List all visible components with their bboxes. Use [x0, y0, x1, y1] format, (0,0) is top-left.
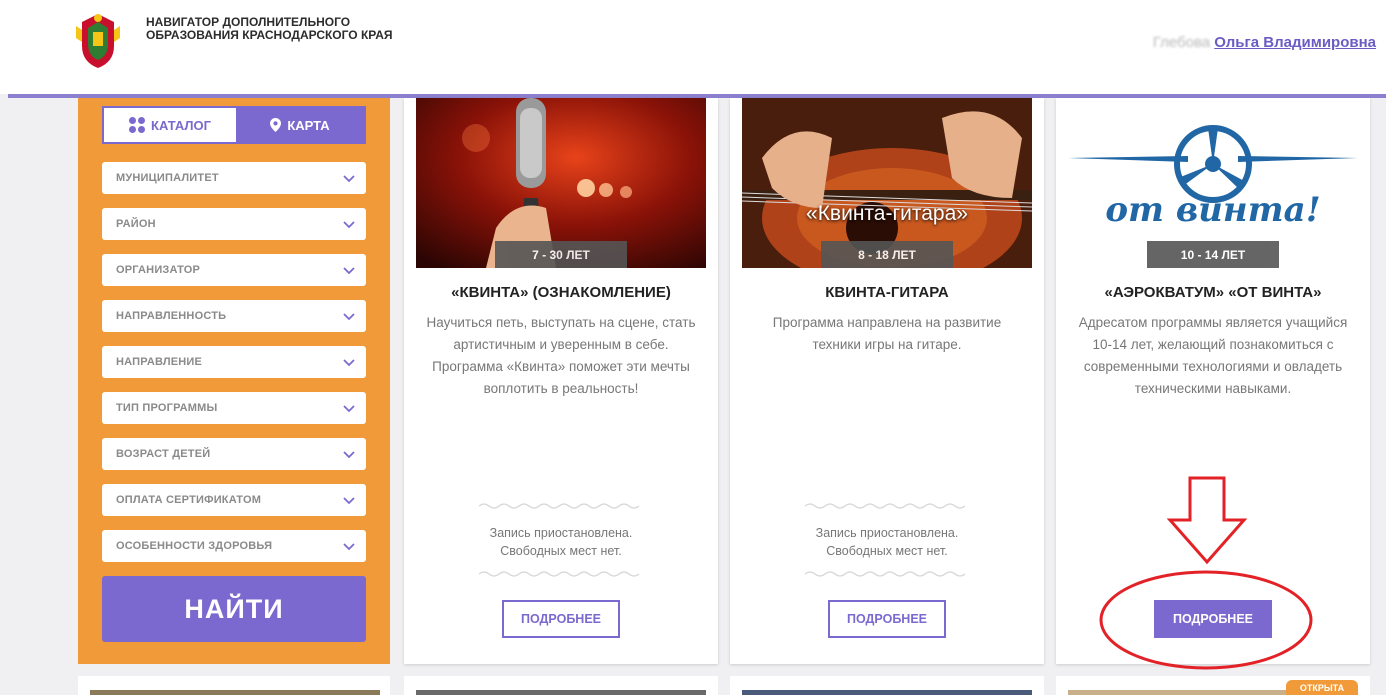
program-card-partial [730, 676, 1044, 695]
tab-catalog[interactable]: КАТАЛОГ [104, 108, 236, 142]
image-caption: «Квинта-гитара» [806, 202, 968, 225]
details-button[interactable]: ПОДРОБНЕЕ [828, 600, 946, 638]
tab-map-label: КАРТА [287, 117, 330, 133]
details-button[interactable]: ПОДРОБНЕЕ [1154, 600, 1272, 638]
card-title[interactable]: «КВИНТА» (ОЗНАКОМЛЕНИЕ) [414, 284, 708, 301]
filter-label: НАПРАВЛЕНИЕ [116, 356, 203, 368]
program-card: «Квинта-гитара» 8 - 18 ЛЕТ КВИНТА-ГИТАРА… [730, 98, 1044, 664]
status-line: Свободных мест нет. [826, 544, 948, 558]
view-tabs: КАТАЛОГ КАРТА [102, 106, 366, 144]
card-image[interactable]: «Квинта-гитара» 8 - 18 ЛЕТ [742, 98, 1032, 268]
grid-icon [129, 117, 146, 133]
chevron-down-icon [343, 497, 355, 505]
site-title[interactable]: НАВИГАТОР ДОПОЛНИТЕЛЬНОГО ОБРАЗОВАНИЯ КР… [146, 16, 406, 42]
chevron-down-icon [343, 451, 355, 459]
chevron-down-icon [343, 267, 355, 275]
filter-label: ОРГАНИЗАТОР [116, 264, 201, 276]
card-image[interactable]: 7 - 30 ЛЕТ [416, 98, 706, 268]
card-image-strip [90, 690, 380, 695]
card-title[interactable]: «АЭРОКВАТУМ» «ОТ ВИНТА» [1066, 284, 1360, 301]
filter-child-age[interactable]: ВОЗРАСТ ДЕТЕЙ [102, 438, 366, 470]
card-description: Программа направлена на развитие техники… [772, 315, 1002, 352]
find-button[interactable]: НАЙТИ [102, 576, 366, 642]
wave-divider [479, 571, 640, 577]
user-name[interactable]: Ольга Владимировна [1214, 34, 1376, 51]
wave-divider [479, 503, 640, 509]
status-badge: ОТКРЫТА [1286, 680, 1358, 695]
program-card-partial: ОТКРЫТА [1056, 676, 1370, 695]
filter-municipality[interactable]: МУНИЦИПАЛИТЕТ [102, 162, 366, 194]
filter-label: ТИП ПРОГРАММЫ [116, 402, 218, 414]
card-title[interactable]: КВИНТА-ГИТАРА [740, 284, 1034, 301]
details-button[interactable]: ПОДРОБНЕЕ [502, 600, 620, 638]
tab-map[interactable]: КАРТА [236, 108, 364, 142]
filter-label: ОПЛАТА СЕРТИФИКАТОМ [116, 494, 262, 506]
filter-direction[interactable]: НАПРАВЛЕНИЕ [102, 346, 366, 378]
enrollment-status: Запись приостановлена. Свободных мест не… [750, 524, 1024, 560]
wave-divider [805, 503, 966, 509]
filter-district[interactable]: РАЙОН [102, 208, 366, 240]
filter-sidebar: КАТАЛОГ КАРТА МУНИЦИПАЛИТЕТ РАЙОН ОРГАНИ… [78, 98, 390, 664]
program-card: от винта! 10 - 14 ЛЕТ «АЭРОКВАТУМ» «ОТ В… [1056, 98, 1370, 664]
header: НАВИГАТОР ДОПОЛНИТЕЛЬНОГО ОБРАЗОВАНИЯ КР… [0, 0, 1386, 94]
filter-label: НАПРАВЛЕННОСТЬ [116, 310, 227, 322]
chevron-down-icon [343, 405, 355, 413]
age-badge: 8 - 18 ЛЕТ [821, 241, 953, 268]
program-card: 7 - 30 ЛЕТ «КВИНТА» (ОЗНАКОМЛЕНИЕ) Научи… [404, 98, 718, 664]
chevron-down-icon [343, 359, 355, 367]
image-caption: от винта! [1105, 190, 1321, 230]
filter-label: ВОЗРАСТ ДЕТЕЙ [116, 448, 211, 460]
card-image[interactable]: от винта! 10 - 14 ЛЕТ [1068, 98, 1358, 268]
chevron-down-icon [343, 543, 355, 551]
program-card-partial [78, 676, 390, 695]
card-image-strip [742, 690, 1032, 695]
coat-of-arms-logo[interactable] [76, 12, 120, 70]
map-pin-icon [270, 118, 282, 132]
status-line: Запись приостановлена. [815, 526, 959, 540]
filter-label: РАЙОН [116, 218, 156, 230]
enrollment-status: Запись приостановлена. Свободных мест не… [424, 524, 698, 560]
program-card-partial [404, 676, 718, 695]
card-description: Адресатом программы является учащийся 10… [1078, 315, 1348, 396]
chevron-down-icon [343, 221, 355, 229]
filter-focus[interactable]: НАПРАВЛЕННОСТЬ [102, 300, 366, 332]
filter-organizer[interactable]: ОРГАНИЗАТОР [102, 254, 366, 286]
user-surname[interactable]: Глебова [1153, 34, 1210, 51]
filter-health-features[interactable]: ОСОБЕННОСТИ ЗДОРОВЬЯ [102, 530, 366, 562]
tab-catalog-label: КАТАЛОГ [151, 117, 211, 133]
user-profile-link[interactable]: Глебова Ольга Владимировна [1153, 34, 1376, 51]
filter-certificate-payment[interactable]: ОПЛАТА СЕРТИФИКАТОМ [102, 484, 366, 516]
filter-label: ОСОБЕННОСТИ ЗДОРОВЬЯ [116, 540, 273, 552]
card-image-strip [416, 690, 706, 695]
age-badge: 7 - 30 ЛЕТ [495, 241, 627, 268]
chevron-down-icon [343, 313, 355, 321]
age-badge: 10 - 14 ЛЕТ [1147, 241, 1279, 268]
filter-label: МУНИЦИПАЛИТЕТ [116, 172, 219, 184]
wave-divider [805, 571, 966, 577]
card-description: Научиться петь, выступать на сцене, стат… [426, 315, 696, 396]
status-line: Свободных мест нет. [500, 544, 622, 558]
status-line: Запись приостановлена. [489, 526, 633, 540]
filter-program-type[interactable]: ТИП ПРОГРАММЫ [102, 392, 366, 424]
chevron-down-icon [343, 175, 355, 183]
